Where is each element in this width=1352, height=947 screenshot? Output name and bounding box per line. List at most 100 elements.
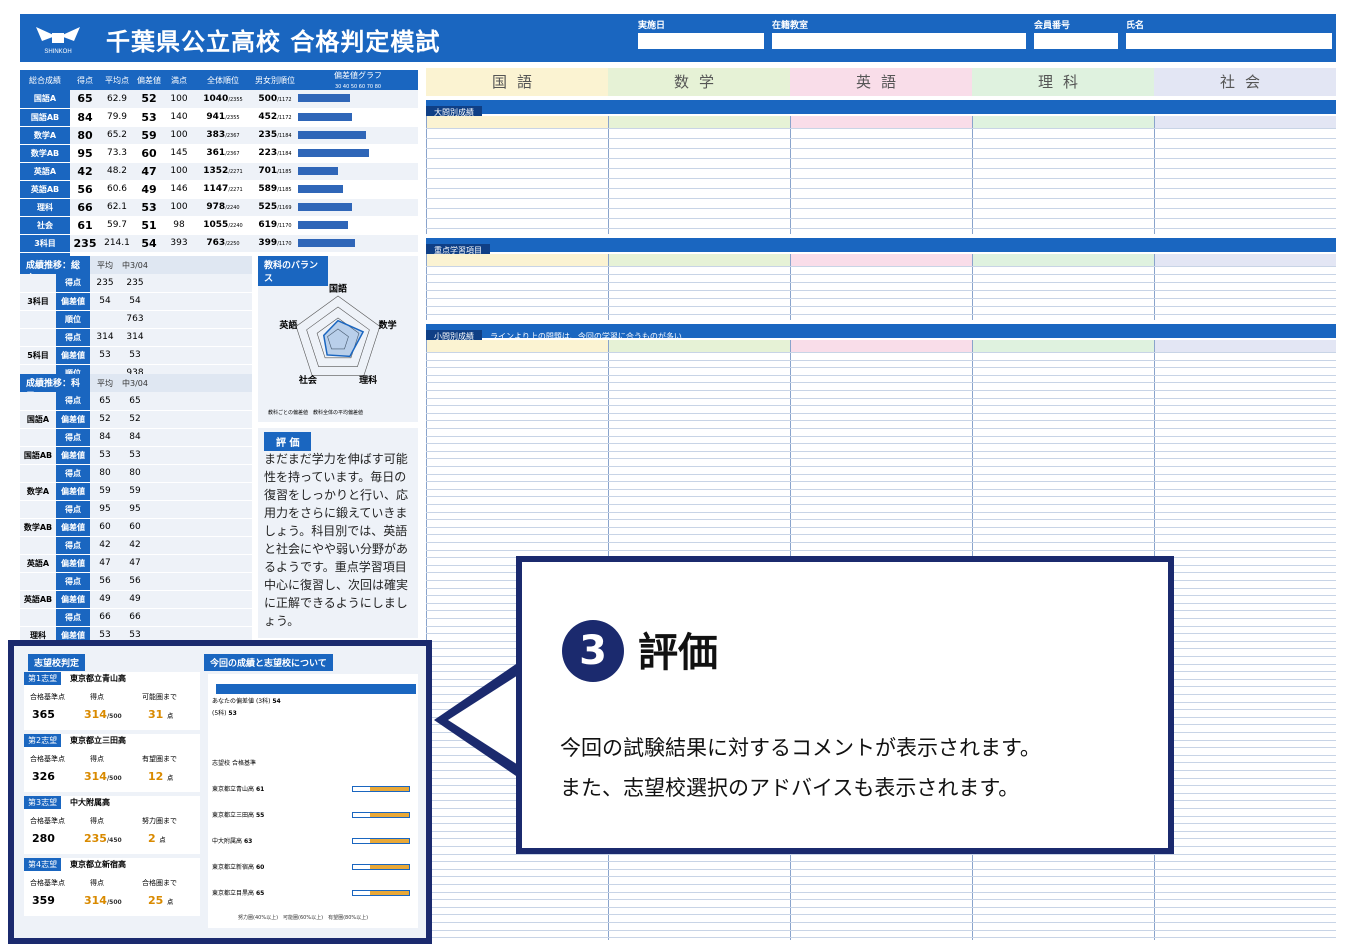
radar-axis-label: 数学 [379,319,397,331]
column-header [790,340,972,352]
radar-axis-label: 社会 [298,374,318,386]
trend-row: 英語AB 偏差値 49 49 [20,590,252,609]
trend-row: 数学A 偏差値 59 59 [20,482,252,501]
trend-row: 得点 56 56 [20,572,252,591]
deviation-bar [298,112,352,121]
shinkoh-logo-icon: SHINKOH [32,19,84,57]
column-header [608,340,790,352]
overall-row: 数学AB 95 73.3 60 145 361/2367 223/1184 [20,144,418,163]
overall-row: 英語AB 56 60.6 49 146 1147/2271 589/1185 [20,180,418,199]
overall-results-table: 総合成績 得点 平均点 偏差値 満点 全体順位 男女別順位 偏差値グラフ 30 4… [20,70,418,271]
column-header [426,116,608,128]
comment-panel: 評 価 まだまだ学力を伸ばす可能性を持っています。毎日の復習をしっかりと行い、応… [258,428,418,638]
legend-item: 有望圏(80%以上) [328,915,369,921]
balance-radar-chart: 国語数学理科 社会 英語教科ごとの偏差値 教科全体の平均偏差値 [268,283,397,416]
chart-row: 中大附属高 63 [212,836,412,848]
column-header [426,340,608,352]
subject-header-2: 英語 [790,68,972,96]
trend-row: 国語AB 偏差値 53 53 [20,446,252,465]
callout-pointer [434,660,526,780]
trend-total-table: 平均 中3/04 得点 235 235 3科目 偏差値 54 54 順位 763 … [20,256,252,383]
trend-row: 得点 80 80 [20,464,252,483]
chart-row: (5科) 53 [212,710,237,717]
trend-row: 得点 84 84 [20,428,252,447]
school-range-bar [352,838,410,844]
trend-row: 英語A 偏差値 47 47 [20,554,252,573]
trend-row: 得点 95 95 [20,500,252,519]
column-header [1154,254,1336,266]
school-range-bar [352,786,410,792]
column-header [972,254,1154,266]
column-header [972,340,1154,352]
section-focus: 重点学習項目 [426,238,1336,258]
page-title: 千葉県公立高校 合格判定模試 [106,28,441,56]
radar-axis-label: 国語 [329,283,347,295]
school-card: 第3志望 中大附属高 合格基準点 得点 努力圏まで 280 235/450 2 … [24,796,200,854]
deviation-bar [298,94,350,103]
overall-row: 数学A 80 65.2 59 100 383/2367 235/1184 [20,126,418,145]
trend-row: 数学AB 偏差値 60 60 [20,518,252,537]
callout-box: 3 評価 今回の試験結果に対するコメントが表示されます。 また、志望校選択のアド… [516,556,1174,854]
column-header [1154,116,1336,128]
header-bar: SHINKOH 千葉県公立高校 合格判定模試 実施日 在籍教室 会員番号 氏名 [20,14,1336,62]
radar-axis-label: 理科 [359,374,377,386]
overall-row: 国語AB 84 79.9 53 140 941/2355 452/1172 [20,108,418,127]
section-daimon: 大問別成績 [426,100,1336,120]
column-header [426,254,608,266]
legend-item: 可能圏(60%以上) [283,915,324,921]
overall-row: 国語A 65 62.9 52 100 1040/2355 500/1172 [20,90,418,109]
overall-row: 英語A 42 48.2 47 100 1352/2271 701/1185 [20,162,418,181]
deviation-bar [298,148,369,157]
column-header [790,254,972,266]
deviation-bar [298,238,355,247]
svg-text:SHINKOH: SHINKOH [44,49,71,55]
school-judgment-title: 志望校判定 [28,654,86,671]
chart-row: 志望校 合格基準 [212,760,256,767]
column-header [1154,340,1336,352]
radar-legend: 教科ごとの偏差値 教科全体の平均偏差値 [268,409,363,416]
trend-row: 国語A 偏差値 52 52 [20,410,252,429]
balance-panel: 教科のバランス 国語 数学 理科 社会 英語 教科ごとの偏差値 教科全体の平均偏差値 [258,256,418,422]
column-header [790,116,972,128]
overall-row: 社会 61 59.7 51 98 1055/2240 619/1170 [20,216,418,235]
school-range-bar [352,890,410,896]
chart-row: 東京都立新宿高 60 [212,862,412,874]
column-header [972,116,1154,128]
chart-row: 東京都立目黒高 65 [212,888,412,900]
column-header [608,254,790,266]
subject-header-0: 国語 [426,68,608,96]
subject-header-4: 社会 [1154,68,1336,96]
trend-row: 5科目 偏差値 53 53 [20,346,252,365]
deviation-bar [298,202,352,211]
school-deviation-chart: あなたの偏差値 (3科) 54 (5科) 53 志望校 合格基準 東京都立青山高 … [208,674,418,928]
subject-header-1: 数学 [608,68,790,96]
name-field: 氏名 [1126,18,1332,49]
step-number-badge: 3 [562,620,624,682]
school-range-bar [352,864,410,870]
chart-row: 東京都立三田高 55 [212,810,412,822]
comment-title: 評 価 [264,432,312,451]
comment-text: まだまだ学力を伸ばす可能性を持っています。毎日の復習をしっかりと行い、応用力をさ… [264,452,409,628]
overall-row: 理科 66 62.1 53 100 978/2240 525/1169 [20,198,418,217]
deviation-bar [298,220,348,229]
trend-subject-table: 平均 中3/04 得点 65 65 国語A 偏差値 52 52 得点 84 84 … [20,374,252,681]
trend-row: 得点 235 235 [20,274,252,293]
trend-row: 得点 314 314 [20,328,252,347]
member-number-field: 会員番号 [1034,18,1118,49]
trend-row: 得点 66 66 [20,608,252,627]
school-card: 第1志望 東京都立青山高 合格基準点 得点 可能圏まで 365 314/500 … [24,672,200,730]
deviation-bar [298,184,343,193]
chart-row: あなたの偏差値 (3科) 54 [212,698,281,705]
date-field: 実施日 [638,18,764,49]
trend-row: 順位 763 [20,310,252,329]
trend-row: 3科目 偏差値 54 54 [20,292,252,311]
trend-row: 得点 42 42 [20,536,252,555]
deviation-bar [298,130,366,139]
focus-items-grid [426,254,1336,320]
daimon-results-grid [426,116,1336,234]
radar-series [322,319,365,358]
legend-item: 努力圏(40%以上) [238,915,279,921]
section-shomon: 小問別成績 ラインより上の問題は、今回の学習に合うものが多い [426,324,1336,344]
callout-title: 評価 [638,630,718,676]
school-card: 第2志望 東京都立三田高 合格基準点 得点 有望圏まで 326 314/500 … [24,734,200,792]
